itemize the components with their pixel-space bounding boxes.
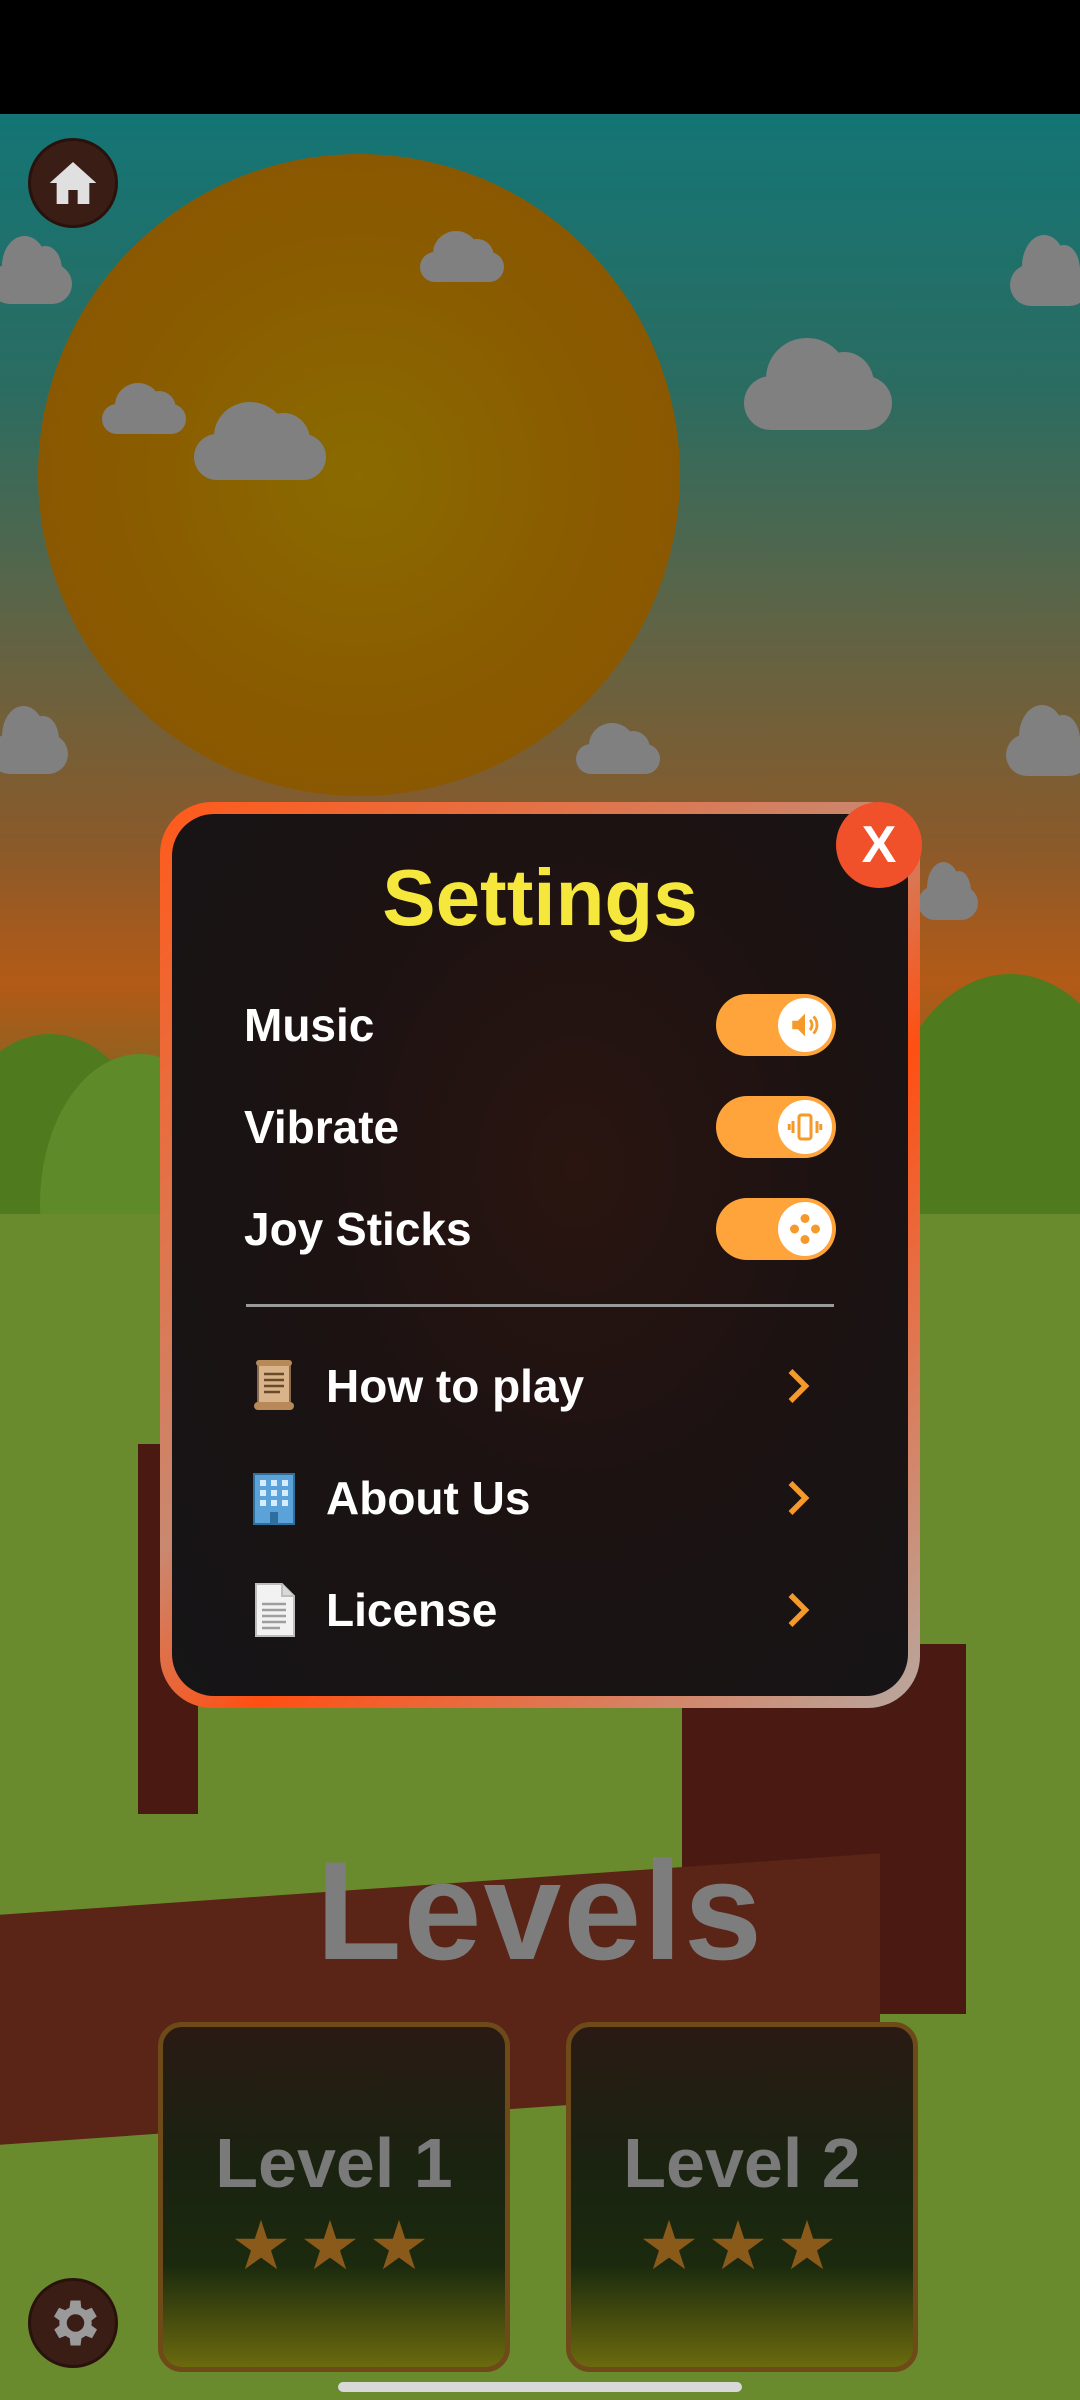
level-stars: ★★★	[638, 2208, 846, 2284]
settings-button[interactable]	[28, 2278, 118, 2368]
home-icon	[49, 162, 97, 204]
vibrate-icon	[778, 1100, 832, 1154]
level-1-card[interactable]: Level 1 ★★★	[158, 2022, 510, 2372]
about-us-label: About Us	[326, 1472, 531, 1524]
settings-panel: Settings Music Vibrate Joy Sticks How to…	[172, 814, 908, 1696]
gear-icon	[54, 2300, 98, 2346]
cloud	[194, 401, 326, 480]
scroll-icon	[246, 1356, 302, 1416]
cloud	[420, 231, 504, 282]
about-us-item[interactable]: About Us	[246, 1458, 818, 1538]
level-2-card[interactable]: Level 2 ★★★	[566, 2022, 918, 2372]
level-stars: ★★★	[230, 2208, 438, 2284]
vibrate-row: Vibrate	[244, 1092, 836, 1162]
music-toggle[interactable]	[716, 994, 836, 1056]
cloud	[744, 338, 892, 430]
license-item[interactable]: License	[246, 1570, 818, 1650]
vibrate-label: Vibrate	[244, 1101, 400, 1153]
sun	[38, 154, 680, 796]
level-label: Level 1	[215, 2124, 453, 2202]
level-label: Level 2	[623, 2124, 861, 2202]
settings-title: Settings	[382, 853, 698, 942]
home-button[interactable]	[28, 138, 118, 228]
document-icon	[246, 1580, 302, 1640]
settings-dialog: Settings Music Vibrate Joy Sticks How to…	[160, 802, 920, 1708]
divider	[246, 1304, 834, 1307]
gesture-bar[interactable]	[338, 2382, 742, 2392]
joysticks-row: Joy Sticks	[244, 1194, 836, 1264]
status-bar	[0, 0, 1080, 114]
vibrate-toggle[interactable]	[716, 1096, 836, 1158]
license-label: License	[326, 1584, 498, 1636]
music-row: Music	[244, 990, 836, 1060]
how-to-play-label: How to play	[326, 1360, 585, 1412]
chevron-right-icon	[778, 1478, 818, 1518]
chevron-right-icon	[778, 1590, 818, 1630]
gamepad-icon	[778, 1202, 832, 1256]
levels-title: Levels	[316, 1832, 764, 1989]
cloud	[0, 236, 72, 304]
joysticks-label: Joy Sticks	[244, 1203, 472, 1255]
joysticks-toggle[interactable]	[716, 1198, 836, 1260]
cloud	[102, 383, 186, 434]
cloud	[1010, 234, 1080, 306]
speaker-icon	[778, 998, 832, 1052]
music-label: Music	[244, 999, 375, 1051]
cloud	[0, 706, 68, 774]
close-button[interactable]: X	[836, 802, 922, 888]
cloud	[1006, 704, 1080, 776]
building-icon	[246, 1468, 302, 1528]
close-label: X	[861, 816, 897, 874]
how-to-play-item[interactable]: How to play	[246, 1346, 818, 1426]
cloud	[918, 862, 978, 920]
chevron-right-icon	[778, 1366, 818, 1406]
cloud	[576, 723, 660, 774]
